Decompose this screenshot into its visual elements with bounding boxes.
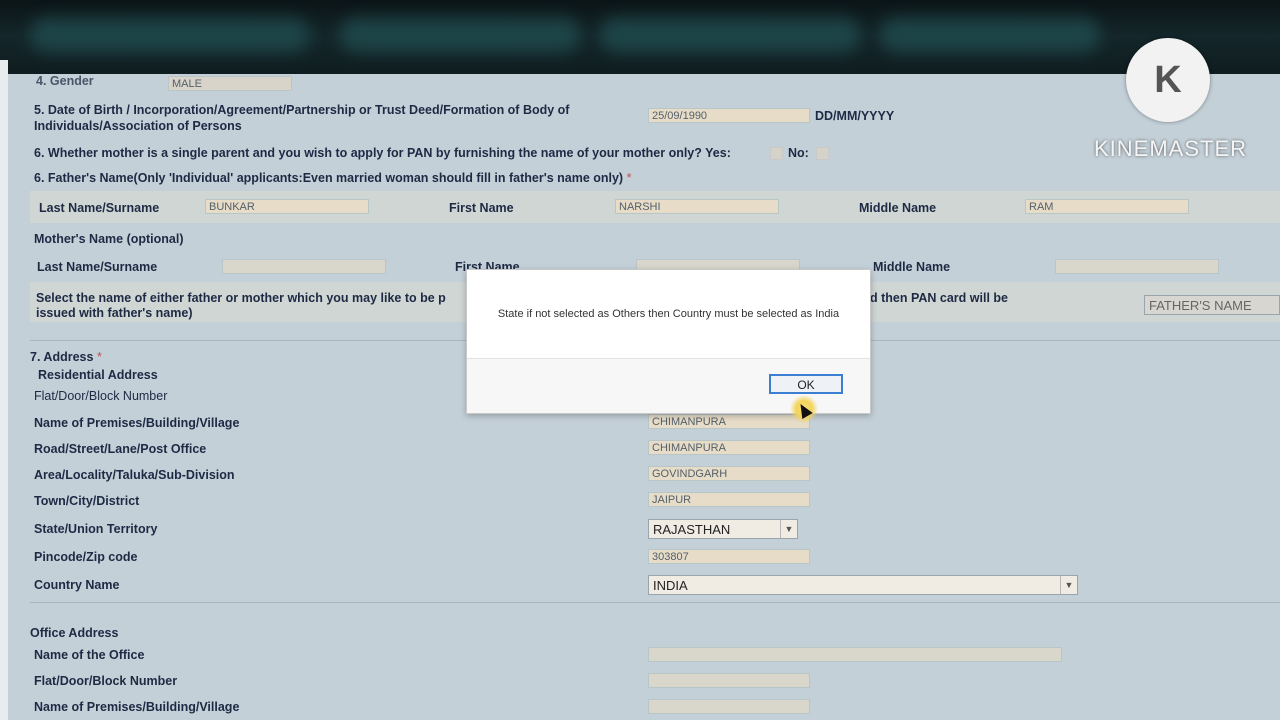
blurred-region	[30, 18, 310, 52]
office-address-heading: Office Address	[30, 626, 119, 640]
res-premises-input[interactable]: CHIMANPURA	[648, 414, 810, 429]
mother-last-name-label: Last Name/Surname	[37, 260, 158, 274]
res-pincode-input[interactable]: 303807	[648, 549, 810, 564]
mother-name-heading: Mother's Name (optional)	[34, 232, 184, 246]
res-flat-label: Flat/Door/Block Number	[34, 389, 168, 403]
father-middle-name-input[interactable]: RAM	[1025, 199, 1189, 214]
dob-format-hint: DD/MM/YYYY	[815, 109, 895, 123]
mouse-cursor-highlight	[790, 395, 818, 423]
select-name-label-line2: issued with father's name)	[36, 306, 193, 320]
office-name-input[interactable]	[648, 647, 1062, 662]
name-on-card-select[interactable]: FATHER'S NAME	[1144, 295, 1280, 315]
single-parent-yes-radio[interactable]	[770, 147, 783, 160]
res-road-label: Road/Street/Lane/Post Office	[34, 442, 207, 456]
chevron-down-icon[interactable]: ▼	[1060, 576, 1077, 594]
alert-divider	[467, 358, 870, 359]
res-country-label: Country Name	[34, 578, 120, 592]
father-name-heading-text: 6. Father's Name(Only 'Individual' appli…	[34, 171, 624, 185]
father-first-name-label: First Name	[449, 201, 514, 215]
father-last-name-input[interactable]: BUNKAR	[205, 199, 369, 214]
res-road-input[interactable]: CHIMANPURA	[648, 440, 810, 455]
select-name-label-line1: Select the name of either father or moth…	[36, 291, 446, 305]
single-parent-no-radio[interactable]	[816, 147, 829, 160]
window-left-edge	[0, 60, 8, 720]
kinemaster-logo-icon: K	[1126, 38, 1210, 122]
res-state-label: State/Union Territory	[34, 522, 158, 536]
section-divider	[30, 602, 1280, 603]
dob-label-line2: Individuals/Association of Persons	[34, 119, 242, 133]
dob-label-line1: 5. Date of Birth / Incorporation/Agreeme…	[34, 103, 570, 117]
res-country-select-value: INDIA	[653, 578, 688, 593]
single-parent-no-label: No:	[788, 146, 809, 160]
browser-top-bar-blurred	[0, 0, 1280, 80]
gender-field[interactable]: MALE	[168, 76, 292, 91]
mother-middle-name-input[interactable]	[1055, 259, 1219, 274]
blurred-region	[600, 18, 860, 52]
alert-dialog: State if not selected as Others then Cou…	[466, 269, 871, 414]
address-heading: 7. Address *	[30, 350, 102, 364]
blurred-region	[880, 18, 1100, 52]
father-middle-name-label: Middle Name	[859, 201, 937, 215]
father-name-heading: 6. Father's Name(Only 'Individual' appli…	[34, 171, 631, 185]
res-state-select-value: RAJASTHAN	[653, 522, 731, 537]
res-area-input[interactable]: GOVINDGARH	[648, 466, 810, 481]
cursor-arrow-icon	[795, 400, 813, 420]
mother-middle-name-label: Middle Name	[873, 260, 951, 274]
single-parent-label: 6. Whether mother is a single parent and…	[34, 146, 731, 160]
res-premises-label: Name of Premises/Building/Village	[34, 416, 240, 430]
res-town-input[interactable]: JAIPUR	[648, 492, 810, 507]
required-star: *	[96, 350, 102, 364]
required-star: *	[626, 171, 632, 185]
chevron-down-icon[interactable]: ▼	[780, 520, 797, 538]
gender-label: 4. Gender	[36, 74, 94, 88]
office-premises-label: Name of Premises/Building/Village	[34, 700, 240, 714]
address-heading-text: 7. Address	[30, 350, 94, 364]
office-flat-label: Flat/Door/Block Number	[34, 674, 178, 688]
select-name-label-line1-right: d then PAN card will be	[870, 291, 1008, 305]
father-first-name-input[interactable]: NARSHI	[615, 199, 779, 214]
office-name-label: Name of the Office	[34, 648, 145, 662]
dob-input[interactable]: 25/09/1990	[648, 108, 810, 123]
ok-button[interactable]: OK	[769, 374, 843, 394]
res-pincode-label: Pincode/Zip code	[34, 550, 138, 564]
blurred-region	[340, 18, 580, 52]
logo-letter: K	[1154, 59, 1182, 101]
mother-last-name-input[interactable]	[222, 259, 386, 274]
res-area-label: Area/Locality/Taluka/Sub-Division	[34, 468, 235, 482]
res-town-label: Town/City/District	[34, 494, 140, 508]
res-state-select[interactable]: RAJASTHAN ▼	[648, 519, 798, 539]
residential-address-heading: Residential Address	[38, 368, 158, 382]
office-flat-input[interactable]	[648, 673, 810, 688]
res-country-select[interactable]: INDIA ▼	[648, 575, 1078, 595]
father-last-name-label: Last Name/Surname	[39, 201, 160, 215]
office-premises-input[interactable]	[648, 699, 810, 714]
alert-message: State if not selected as Others then Cou…	[467, 270, 870, 358]
kinemaster-watermark-text: KINEMASTER	[1094, 136, 1248, 161]
name-on-card-select-value: FATHER'S NAME	[1149, 298, 1252, 313]
